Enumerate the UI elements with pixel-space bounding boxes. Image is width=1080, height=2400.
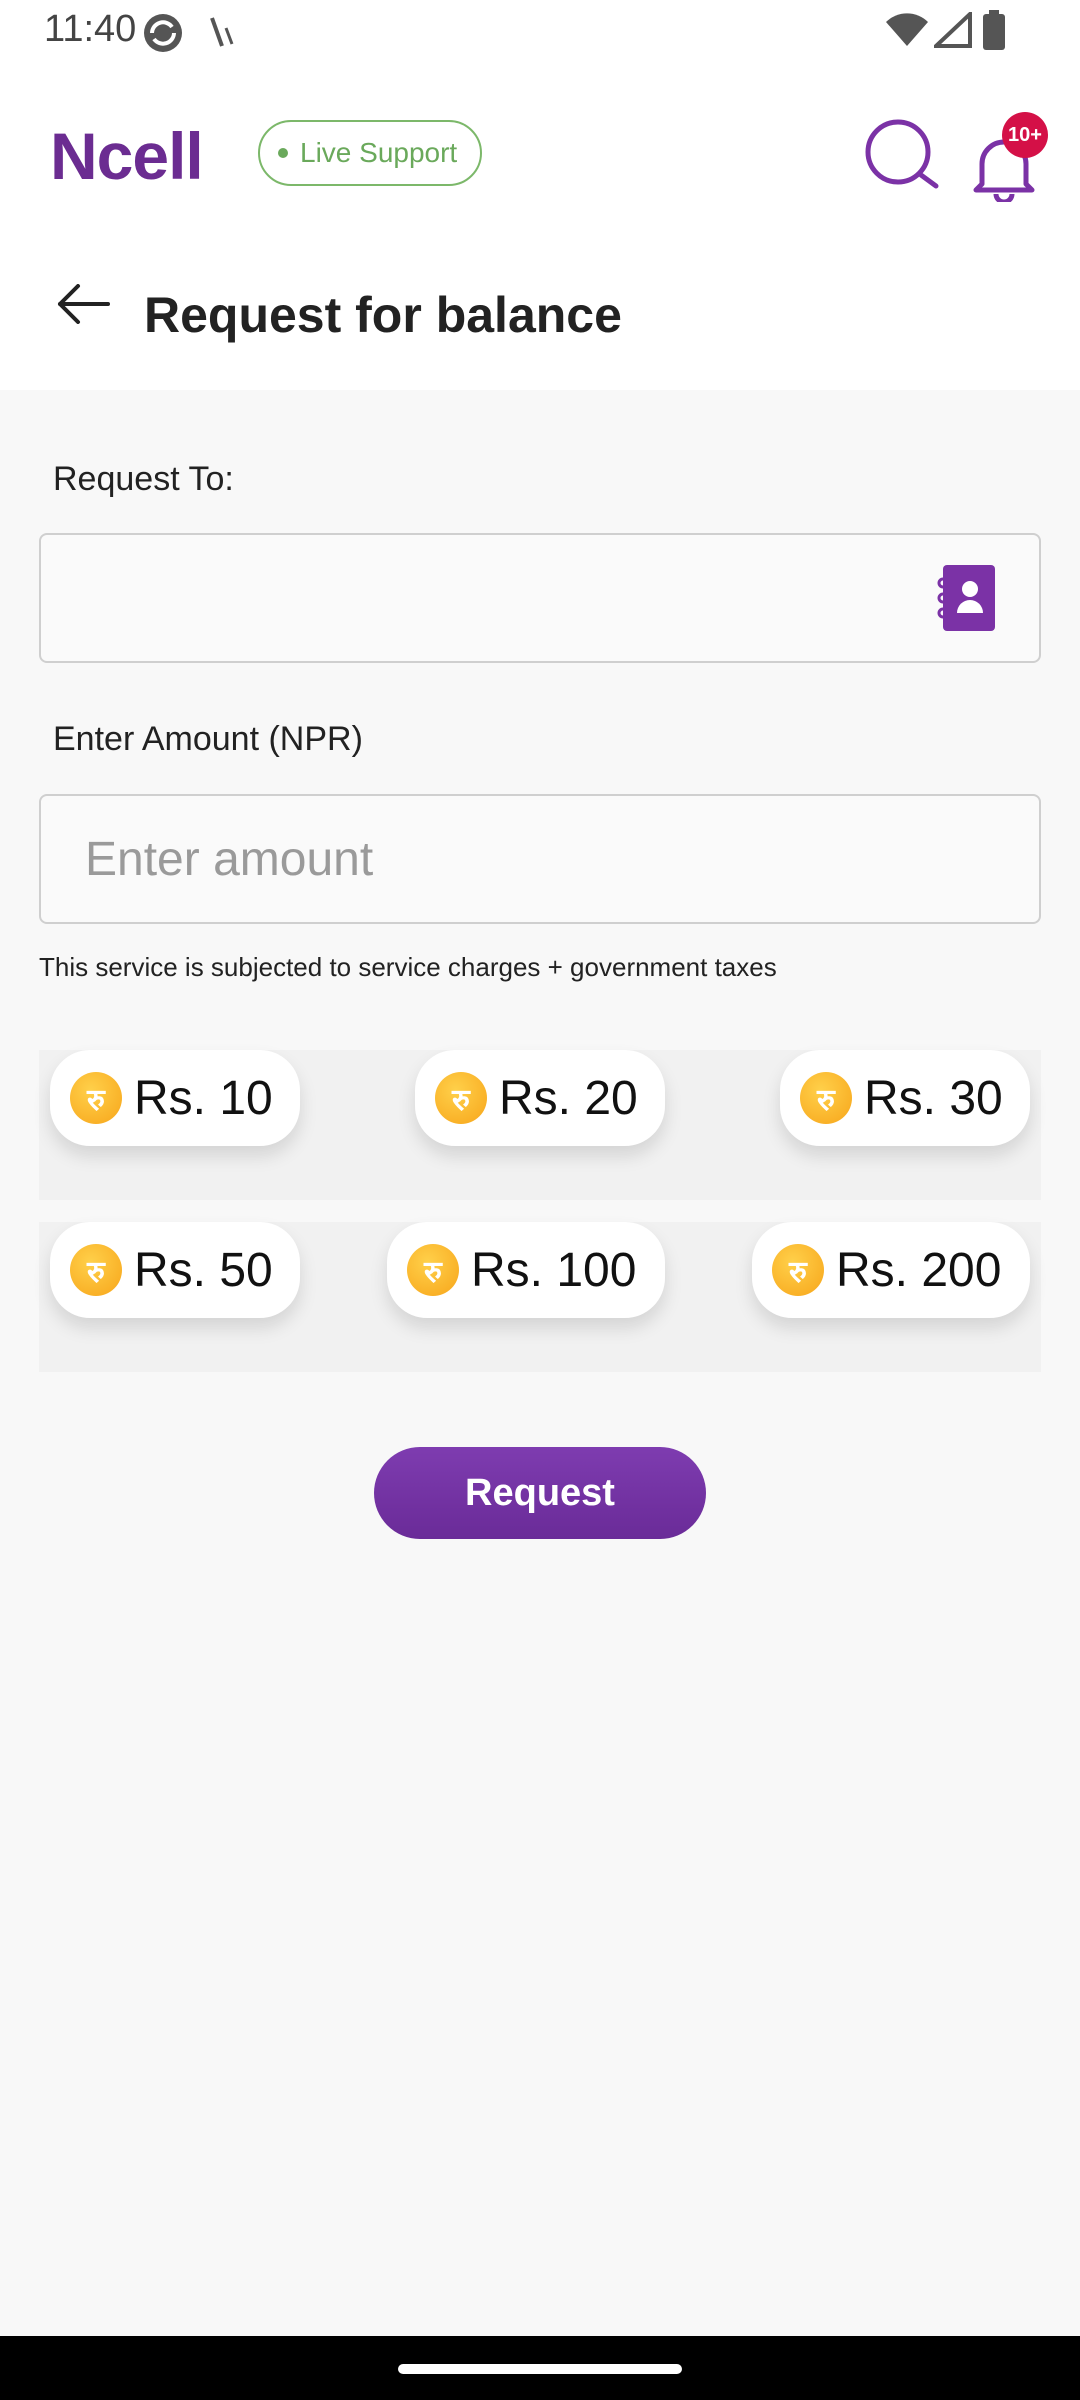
rupee-coin-icon: रु	[70, 1072, 122, 1124]
sync-icon	[144, 14, 182, 52]
rupee-coin-icon: रु	[70, 1244, 122, 1296]
live-support-label: Live Support	[300, 137, 458, 168]
chip-label: Rs. 30	[864, 1071, 1003, 1125]
rupee-coin-icon: रु	[800, 1072, 852, 1124]
live-status-dot	[278, 148, 288, 158]
rupee-coin-icon: रु	[407, 1244, 459, 1296]
rupee-coin-icon: रु	[435, 1072, 487, 1124]
cell-signal-icon	[934, 12, 972, 48]
chip-label: Rs. 20	[499, 1071, 638, 1125]
amount-chip-50[interactable]: रु Rs. 50	[50, 1222, 300, 1318]
chip-label: Rs. 200	[836, 1243, 1002, 1297]
amount-chip-30[interactable]: रु Rs. 30	[780, 1050, 1030, 1146]
amount-label: Enter Amount (NPR)	[53, 720, 363, 758]
amount-chip-200[interactable]: रु Rs. 200	[752, 1222, 1030, 1318]
contact-book-icon[interactable]	[937, 565, 995, 631]
notification-badge: 10+	[1002, 112, 1048, 158]
chip-label: Rs. 50	[134, 1243, 273, 1297]
status-time: 11:40	[44, 8, 137, 50]
amount-field[interactable]	[39, 794, 1041, 924]
request-button[interactable]: Request	[374, 1447, 706, 1539]
request-to-field[interactable]	[39, 533, 1041, 663]
ncell-logo: Ncell	[50, 119, 204, 193]
page-title: Request for balance	[144, 287, 622, 343]
network-activity-icon	[210, 17, 234, 47]
app-header: Ncell Live Support 10+ Request for balan…	[0, 64, 1080, 390]
notifications-button[interactable]: 10+	[972, 112, 1052, 202]
wifi-icon	[886, 13, 928, 46]
search-icon[interactable]	[862, 116, 940, 194]
amount-chip-100[interactable]: रु Rs. 100	[387, 1222, 665, 1318]
chip-label: Rs. 100	[471, 1243, 637, 1297]
status-bar: 11:40	[0, 0, 1080, 64]
rupee-coin-icon: रु	[772, 1244, 824, 1296]
amount-chip-20[interactable]: रु Rs. 20	[415, 1050, 665, 1146]
battery-icon	[983, 10, 1005, 50]
amount-chips-row-1: रु Rs. 10 रु Rs. 20 रु Rs. 30	[39, 1050, 1041, 1200]
system-nav-bar	[0, 2336, 1080, 2400]
amount-chips-row-2: रु Rs. 50 रु Rs. 100 रु Rs. 200	[39, 1222, 1041, 1372]
back-arrow-icon[interactable]	[56, 284, 112, 324]
live-support-button[interactable]: Live Support	[258, 120, 482, 186]
chip-label: Rs. 10	[134, 1071, 273, 1125]
request-to-label: Request To:	[53, 460, 234, 498]
amount-chip-10[interactable]: रु Rs. 10	[50, 1050, 300, 1146]
amount-input[interactable]	[41, 796, 1039, 922]
home-gesture-handle[interactable]	[398, 2364, 682, 2374]
service-charge-note: This service is subjected to service cha…	[39, 952, 777, 982]
